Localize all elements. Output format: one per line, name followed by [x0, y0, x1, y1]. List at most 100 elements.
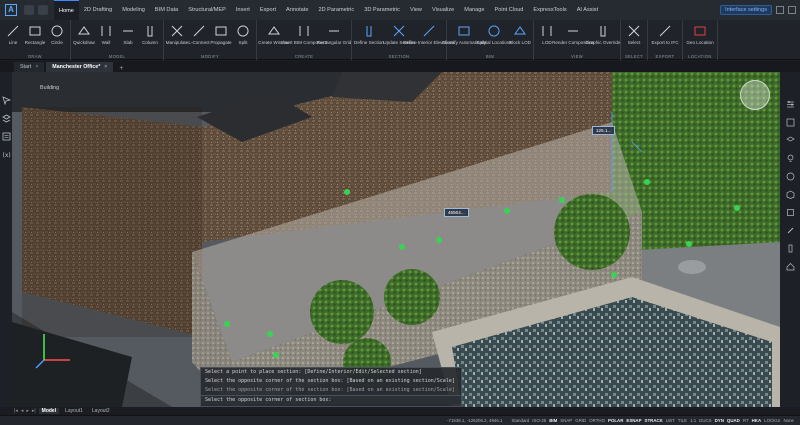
status-toggle-ortho[interactable]: ORTHO: [589, 418, 605, 423]
status-toggle-ducs[interactable]: DUCS: [699, 418, 711, 423]
lightbulb-icon[interactable]: [786, 154, 795, 163]
status-toggle-1-1[interactable]: 1:1: [690, 418, 696, 423]
tab-bim-data[interactable]: BIM Data: [150, 0, 183, 20]
status-toggle-grid[interactable]: GRID: [575, 418, 586, 423]
cursor-icon[interactable]: [1, 96, 11, 105]
status-toggle-dyn[interactable]: DYN: [715, 418, 724, 423]
tab-export[interactable]: Export: [255, 0, 281, 20]
tool-spatial-locations[interactable]: Spatial Locations: [477, 20, 512, 52]
first-layout-icon[interactable]: |◂: [14, 408, 18, 414]
status-toggle-strack[interactable]: STRACK: [645, 418, 663, 423]
document-tab[interactable]: Start ×: [14, 62, 45, 72]
tool-circle[interactable]: Circle: [46, 20, 68, 52]
tool-rectangular-grid[interactable]: Rectangular Grid: [317, 20, 351, 52]
tool-line[interactable]: Line: [2, 20, 24, 52]
tool-render-composition[interactable]: Render Composition: [552, 20, 594, 52]
tool-geo-location[interactable]: Geo Location: [685, 20, 715, 52]
render-composition-icon: [566, 24, 580, 38]
layers-icon[interactable]: [785, 136, 795, 145]
status-toggle-bim[interactable]: BIM: [549, 418, 557, 423]
text-style[interactable]: Standard: [511, 418, 529, 423]
status-toggle-polar[interactable]: POLAR: [608, 418, 623, 423]
last-layout-icon[interactable]: ▸|: [32, 408, 36, 414]
tab-home[interactable]: Home: [54, 0, 79, 20]
sliders-icon[interactable]: [786, 100, 795, 109]
status-toggle-quad[interactable]: QUAD: [727, 418, 740, 423]
tool-insert-bim-component[interactable]: Insert BIM Component: [281, 20, 327, 52]
status-toggle-tile[interactable]: TILE: [678, 418, 687, 423]
tool-define-interior-elevations[interactable]: Define Interior Elevations: [403, 20, 455, 52]
layers-icon[interactable]: [1, 114, 11, 123]
tab-point-cloud[interactable]: Point Cloud: [490, 0, 529, 20]
tool-rectangle[interactable]: Rectangle: [24, 20, 46, 52]
tool-create-window[interactable]: Create Window: [258, 20, 290, 52]
materials-icon[interactable]: [786, 208, 795, 217]
quick-access-save-icon[interactable]: [38, 5, 48, 15]
tool-propagate[interactable]: Propagate: [210, 20, 232, 52]
split-icon: [236, 24, 250, 38]
status-toggle-rt[interactable]: RT: [743, 418, 749, 423]
tab-2d-parametric[interactable]: 2D Parametric: [313, 0, 359, 20]
status-toggle-hka[interactable]: HKA: [752, 418, 762, 423]
tab-insert[interactable]: Insert: [231, 0, 255, 20]
status-toggle-lockui[interactable]: LOCKUI: [764, 418, 780, 423]
close-tab-icon[interactable]: ×: [35, 62, 38, 72]
tool-l-connect[interactable]: L-Connect: [188, 20, 210, 52]
ruler-icon[interactable]: [786, 244, 795, 253]
tab-2d-drafting[interactable]: 2D Drafting: [79, 0, 117, 20]
tool-slab[interactable]: Slab: [117, 20, 139, 52]
prev-layout-icon[interactable]: ◂: [21, 408, 24, 414]
next-layout-icon[interactable]: ▸: [26, 408, 29, 414]
annotation-scale[interactable]: ISO-25: [532, 418, 546, 423]
command-input[interactable]: Select the opposite corner of section bo…: [201, 395, 461, 404]
properties-icon[interactable]: [2, 132, 11, 141]
tool-select[interactable]: Select: [623, 20, 645, 52]
home-icon[interactable]: [786, 262, 795, 271]
tab-3d-parametric[interactable]: 3D Parametric: [359, 0, 405, 20]
tool-export-to-ifc[interactable]: Export to IFC: [650, 20, 680, 52]
status-toggle-lwt[interactable]: LWT: [666, 418, 675, 423]
tab-modeling[interactable]: Modeling: [117, 0, 150, 20]
tab-expresstools[interactable]: ExpressTools: [528, 0, 571, 20]
minimize-button[interactable]: [776, 6, 784, 14]
navigation-cube[interactable]: [740, 80, 770, 110]
quick-access-new-icon[interactable]: [24, 5, 34, 15]
status-toggle-esnap[interactable]: ESNAP: [626, 418, 641, 423]
tool-graphic-override[interactable]: Graphic Override: [586, 20, 621, 52]
drawing-viewport[interactable]: Building 125.1... 46504...: [12, 72, 780, 407]
new-tab-icon[interactable]: +: [115, 65, 127, 72]
tab-annotate[interactable]: Annotate: [281, 0, 313, 20]
status-toggle-none[interactable]: None: [784, 418, 795, 423]
tab-manage[interactable]: Manage: [459, 0, 489, 20]
layout-tabs: |◂ ◂ ▸ ▸| Model Layout1 Layout2: [0, 407, 800, 415]
layout-tab-layout1[interactable]: Layout1: [62, 408, 86, 414]
render-icon[interactable]: [786, 172, 795, 181]
close-tab-icon[interactable]: ×: [104, 62, 107, 72]
tool-quickdraw[interactable]: Quickdraw: [73, 20, 95, 52]
list-icon[interactable]: [786, 118, 795, 127]
tab-view[interactable]: View: [405, 0, 427, 20]
tool-update-section[interactable]: Update Section: [383, 20, 415, 52]
layout-tab-model[interactable]: Model: [38, 408, 60, 414]
tab-ai-assist[interactable]: AI Assist: [572, 0, 603, 20]
tool-define-section[interactable]: Define Section: [354, 20, 384, 52]
tool-wall[interactable]: Wall: [95, 20, 117, 52]
formula-icon[interactable]: (x): [2, 150, 11, 159]
tool-block-lod[interactable]: Block LOD: [509, 20, 531, 52]
close-button[interactable]: [788, 6, 796, 14]
tab-visualize[interactable]: Visualize: [427, 0, 459, 20]
tools-icon[interactable]: [786, 226, 795, 235]
interface-settings-button[interactable]: Interface settings: [720, 5, 772, 15]
tool-column[interactable]: Column: [139, 20, 161, 52]
tab-structural-mep[interactable]: Structural/MEP: [183, 0, 231, 20]
layout-tab-layout2[interactable]: Layout2: [89, 408, 113, 414]
status-toggle-snap[interactable]: SNAP: [560, 418, 572, 423]
cube-icon[interactable]: [786, 190, 795, 199]
tool-manipulate[interactable]: Manipulate: [166, 20, 188, 52]
command-line[interactable]: Select a point to place section: [Define…: [200, 367, 462, 407]
document-tab[interactable]: Manchester Office* ×: [46, 62, 114, 72]
tool-split[interactable]: Split: [232, 20, 254, 52]
application-menu-button[interactable]: A: [0, 0, 22, 20]
tool-lod[interactable]: LOD: [536, 20, 558, 52]
tool-classify-automatically[interactable]: Classify Automatically: [442, 20, 486, 52]
